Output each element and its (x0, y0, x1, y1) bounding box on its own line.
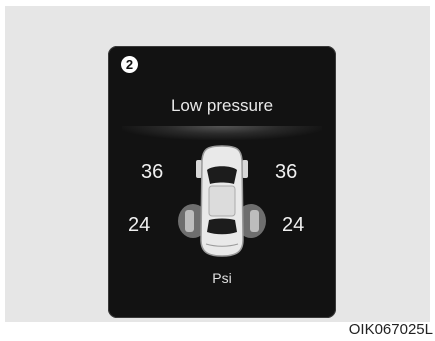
rear-left-pressure: 24 (128, 214, 151, 236)
illustration-frame: 2 Low pressure 36 36 24 24 Psi (5, 6, 430, 322)
step-number-badge: 2 (121, 56, 138, 73)
rear-right-pressure: 24 (282, 214, 305, 236)
front-left-pressure: 36 (141, 161, 164, 183)
pressure-unit-label: Psi (212, 270, 232, 286)
figure-code-caption: OIK067025L (348, 321, 433, 338)
tpms-display: 2 Low pressure 36 36 24 24 Psi (108, 46, 336, 318)
front-right-pressure: 36 (275, 161, 298, 183)
low-pressure-message: Low pressure (170, 96, 274, 115)
car-top-view-icon (178, 145, 266, 257)
divider (122, 126, 322, 140)
